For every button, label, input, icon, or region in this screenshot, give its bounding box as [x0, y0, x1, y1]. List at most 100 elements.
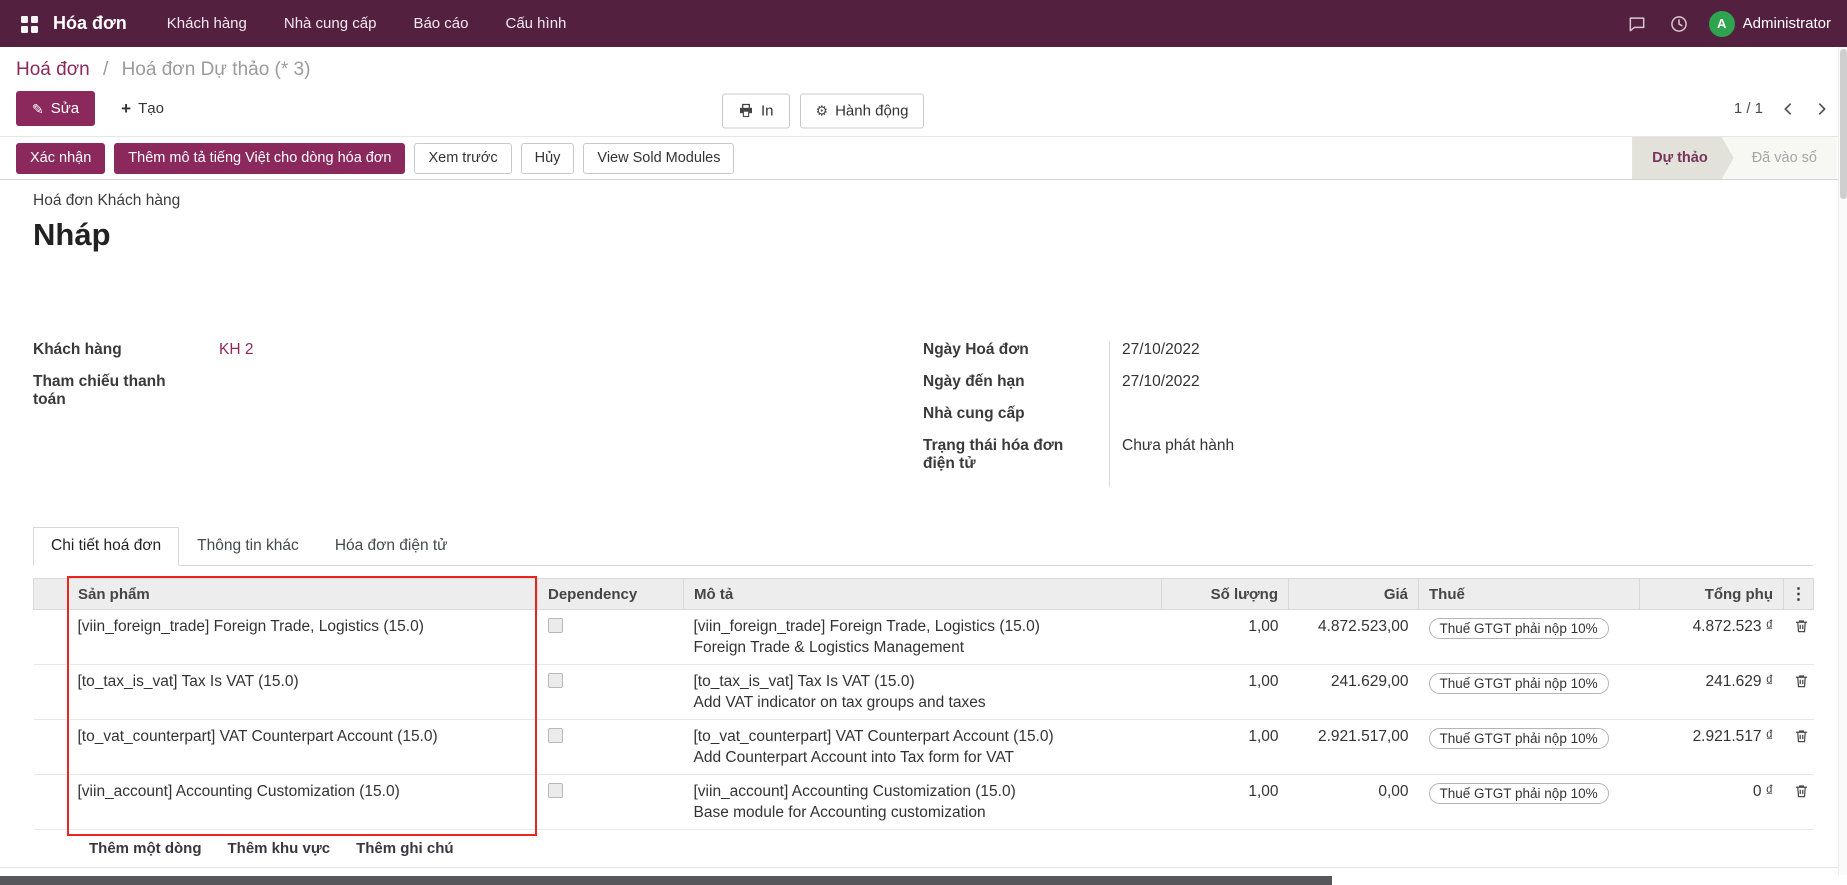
invoice-line-row[interactable]: [to_tax_is_vat] Tax Is VAT (15.0) [to_ta…	[34, 665, 1814, 720]
subtotal-amount: 241.629	[1706, 673, 1762, 690]
nav-nha-cung-cap[interactable]: Nhà cung cấp	[284, 15, 377, 32]
subtotal-amount: 2.921.517	[1693, 728, 1762, 745]
tab-other-info[interactable]: Thông tin khác	[179, 527, 317, 566]
payment-ref-label: Tham chiếu thanh toán	[33, 373, 219, 423]
dependency-checkbox[interactable]	[548, 618, 563, 633]
due-date-label: Ngày đến hạn	[923, 373, 1109, 405]
control-panel-left: ✎ Sửa + Tạo	[16, 91, 180, 126]
tax-cell: Thuế GTGT phải nộp 10%	[1419, 720, 1640, 775]
customer-value: KH 2	[219, 341, 923, 373]
vertical-scrollbar[interactable]	[1838, 47, 1847, 875]
control-panel-center: In ⚙ Hành động	[722, 93, 924, 128]
cancel-button[interactable]: Hủy	[521, 143, 575, 174]
optional-columns-icon[interactable]: ⋮	[1784, 579, 1814, 610]
header-tax[interactable]: Thuế	[1419, 579, 1640, 610]
header-quantity[interactable]: Số lượng	[1162, 579, 1289, 610]
pager-next-icon[interactable]	[1813, 100, 1831, 118]
add-note-link[interactable]: Thêm ghi chú	[356, 840, 454, 857]
view-sold-modules-button[interactable]: View Sold Modules	[583, 143, 734, 174]
breadcrumb: Hoá đơn / Hoá đơn Dự thảo (* 3)	[0, 47, 1847, 85]
edit-button-label: Sửa	[51, 100, 79, 117]
description-cell: [to_tax_is_vat] Tax Is VAT (15.0) Add VA…	[684, 665, 1162, 720]
invoice-date-value: 27/10/2022	[1109, 341, 1813, 373]
add-section-link[interactable]: Thêm khu vực	[228, 840, 331, 857]
quantity-cell: 1,00	[1162, 665, 1289, 720]
nav-cau-hinh[interactable]: Cấu hình	[506, 15, 567, 32]
invoice-line-row[interactable]: [viin_account] Accounting Customization …	[34, 775, 1814, 830]
header-dependency[interactable]: Dependency	[538, 579, 684, 610]
state-posted[interactable]: Đã vào sổ	[1722, 137, 1837, 179]
print-button[interactable]: In	[722, 93, 790, 128]
customer-link[interactable]: KH 2	[219, 341, 253, 358]
horizontal-scrollbar-thumb[interactable]	[0, 876, 1332, 885]
tax-cell: Thuế GTGT phải nộp 10%	[1419, 610, 1640, 665]
tax-tag: Thuế GTGT phải nộp 10%	[1429, 728, 1609, 749]
preview-button[interactable]: Xem trước	[414, 143, 511, 174]
einvoice-status-value: Chưa phát hành	[1109, 437, 1813, 487]
dependency-checkbox[interactable]	[548, 673, 563, 688]
invoice-date-label: Ngày Hoá đơn	[923, 341, 1109, 373]
print-button-label: In	[761, 102, 774, 119]
price-cell: 2.921.517,00	[1289, 720, 1419, 775]
dependency-checkbox[interactable]	[548, 728, 563, 743]
add-line-link[interactable]: Thêm một dòng	[89, 840, 202, 857]
field-groups: Khách hàng KH 2 Tham chiếu thanh toán Ng…	[33, 341, 1813, 487]
notebook-tabs: Chi tiết hoá đơn Thông tin khác Hóa đơn …	[33, 527, 1813, 566]
product-cell: [viin_account] Accounting Customization …	[68, 775, 538, 830]
delete-cell	[1784, 665, 1814, 720]
currency-symbol: ₫	[1766, 783, 1774, 800]
apps-grid-icon[interactable]	[16, 11, 43, 36]
price-cell: 241.629,00	[1289, 665, 1419, 720]
vertical-scrollbar-thumb[interactable]	[1840, 49, 1847, 199]
breadcrumb-parent-link[interactable]: Hoá đơn	[16, 59, 90, 80]
description-line1: [viin_foreign_trade] Foreign Trade, Logi…	[694, 618, 1152, 636]
horizontal-scrollbar[interactable]	[0, 876, 1847, 885]
field-group-right: Ngày Hoá đơn 27/10/2022 Ngày đến hạn 27/…	[923, 341, 1813, 487]
trash-icon[interactable]	[1794, 728, 1809, 744]
header-product[interactable]: Sản phẩm	[68, 579, 538, 610]
trash-icon[interactable]	[1794, 618, 1809, 634]
state-draft[interactable]: Dự thảo	[1632, 137, 1734, 179]
subtotal-amount: 4.872.523	[1693, 618, 1762, 635]
dependency-checkbox[interactable]	[548, 783, 563, 798]
subtotal-cell: 4.872.523₫	[1640, 610, 1784, 665]
page: Hóa đơn Khách hàng Nhà cung cấp Báo cáo …	[0, 0, 1847, 885]
subtotal-amount: 0	[1753, 783, 1762, 800]
edit-button[interactable]: ✎ Sửa	[16, 91, 95, 126]
row-handle	[34, 720, 68, 775]
messages-icon[interactable]	[1625, 12, 1649, 36]
pencil-icon: ✎	[32, 102, 44, 116]
header-price[interactable]: Giá	[1289, 579, 1419, 610]
app-name[interactable]: Hóa đơn	[53, 13, 127, 34]
add-vietnamese-description-button[interactable]: Thêm mô tả tiếng Việt cho dòng hóa đơn	[114, 143, 405, 174]
tab-einvoice[interactable]: Hóa đơn điện tử	[317, 527, 466, 566]
description-line2: Foreign Trade & Logistics Management	[694, 639, 1152, 657]
dependency-cell	[538, 610, 684, 665]
trash-icon[interactable]	[1794, 783, 1809, 799]
product-cell: [to_tax_is_vat] Tax Is VAT (15.0)	[68, 665, 538, 720]
form-sheet: Hoá đơn Khách hàng Nháp Khách hàng KH 2 …	[0, 180, 1847, 867]
create-button[interactable]: + Tạo	[105, 91, 180, 126]
invoice-line-row[interactable]: [viin_foreign_trade] Foreign Trade, Logi…	[34, 610, 1814, 665]
printer-icon	[738, 103, 754, 119]
field-group-left: Khách hàng KH 2 Tham chiếu thanh toán	[33, 341, 923, 487]
header-subtotal[interactable]: Tổng phụ	[1640, 579, 1784, 610]
activities-clock-icon[interactable]	[1667, 12, 1691, 36]
header-description[interactable]: Mô tả	[684, 579, 1162, 610]
description-cell: [to_vat_counterpart] VAT Counterpart Acc…	[684, 720, 1162, 775]
user-menu[interactable]: A Administrator	[1709, 11, 1831, 37]
tab-invoice-details[interactable]: Chi tiết hoá đơn	[33, 527, 179, 566]
delete-cell	[1784, 775, 1814, 830]
nav-khach-hang[interactable]: Khách hàng	[167, 15, 247, 32]
confirm-button[interactable]: Xác nhận	[16, 143, 105, 174]
action-button[interactable]: ⚙ Hành động	[800, 93, 925, 128]
action-button-label: Hành động	[835, 102, 908, 119]
pager-previous-icon[interactable]	[1779, 100, 1797, 118]
nav-bao-cao[interactable]: Báo cáo	[413, 15, 468, 32]
description-cell: [viin_foreign_trade] Foreign Trade, Logi…	[684, 610, 1162, 665]
navbar-right: A Administrator	[1625, 11, 1831, 37]
description-line2: Add VAT indicator on tax groups and taxe…	[694, 694, 1152, 712]
statusbar-buttons: Xác nhận Thêm mô tả tiếng Việt cho dòng …	[16, 143, 734, 174]
invoice-line-row[interactable]: [to_vat_counterpart] VAT Counterpart Acc…	[34, 720, 1814, 775]
trash-icon[interactable]	[1794, 673, 1809, 689]
